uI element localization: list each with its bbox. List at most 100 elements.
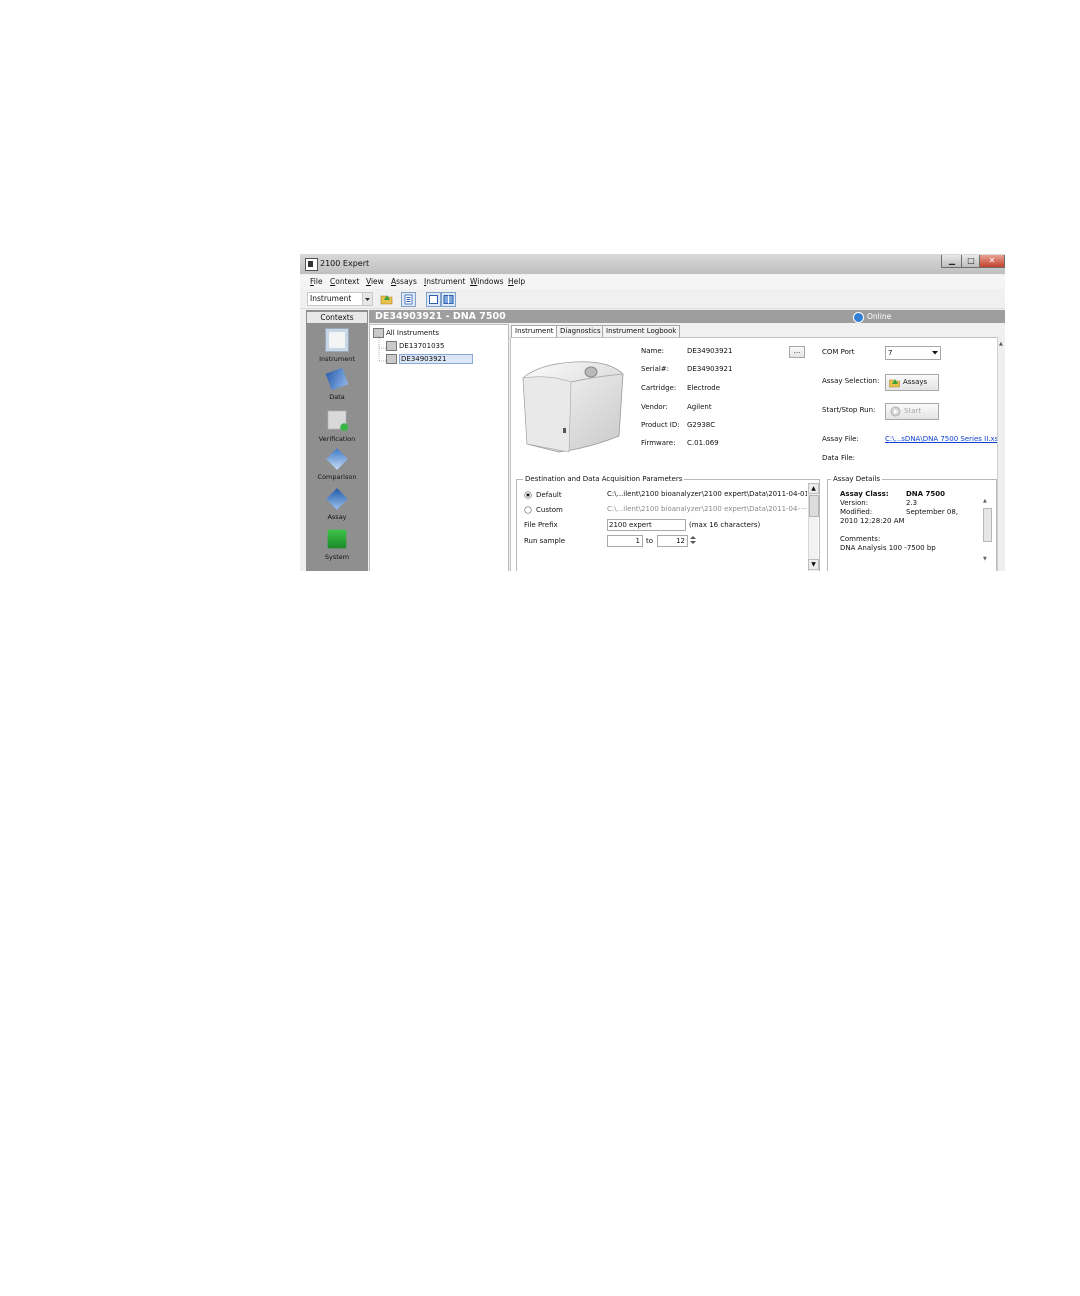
context-system[interactable]: System: [306, 528, 368, 561]
instrument-title: DE34903921 - DNA 7500: [375, 311, 506, 322]
product-id-value: G2938C: [687, 421, 716, 429]
start-button-label: Start: [904, 407, 922, 415]
close-button[interactable]: ✕: [979, 255, 1005, 268]
data-icon: [325, 367, 349, 391]
comments-label: Comments:: [840, 535, 881, 543]
tab-instrument[interactable]: Instrument: [511, 325, 558, 337]
instrument-icon: [325, 328, 349, 352]
assay-file-link[interactable]: C:\...sDNA\DNA 7500 Series II.xsy: [885, 435, 999, 443]
com-port-select[interactable]: 7: [885, 346, 941, 360]
instrument-tree: All Instruments DE13701035 DE34903921: [369, 324, 509, 571]
app-icon: [305, 258, 318, 271]
menu-file[interactable]: File: [310, 277, 323, 286]
assay-selection-label: Assay Selection:: [822, 377, 880, 385]
context-label: Comparison: [317, 473, 357, 481]
scroll-up-icon[interactable]: ▲: [999, 341, 1003, 347]
menu-view[interactable]: View: [366, 277, 384, 286]
assays-button[interactable]: Assays: [885, 374, 939, 391]
file-prefix-input[interactable]: 2100 expert: [607, 519, 686, 531]
assay-details-scrollbar[interactable]: ▲ ▼: [983, 498, 992, 568]
assay-icon: [326, 488, 348, 510]
cartridge-label: Cartridge:: [641, 384, 677, 392]
firmware-value: C.01.069: [687, 439, 719, 447]
context-label: Assay: [327, 513, 347, 521]
run-sample-label: Run sample: [524, 537, 566, 545]
comparison-icon: [326, 448, 348, 470]
name-edit-button[interactable]: ...: [789, 346, 805, 358]
assays-button-label: Assays: [903, 378, 928, 386]
menu-windows[interactable]: Windows: [470, 277, 504, 286]
instrument-small-icon: [386, 354, 397, 364]
run-to-stepper[interactable]: [688, 534, 698, 548]
context-label: System: [324, 553, 350, 561]
context-select[interactable]: Instrument: [307, 292, 373, 306]
title-bar: 2100 Expert ▁ □ ✕: [300, 254, 1005, 274]
run-to-label: to: [646, 537, 654, 545]
destination-scrollbar[interactable]: ▲ ▼: [808, 483, 819, 571]
context-instrument[interactable]: Instrument: [306, 328, 368, 363]
modified-label: Modified:: [840, 508, 873, 516]
contexts-panel: Contexts Instrument Data Verification Co…: [306, 310, 368, 571]
custom-browse-button[interactable]: ...: [801, 504, 807, 511]
cartridge-value: Electrode: [687, 384, 721, 392]
tree-root-label: All Instruments: [386, 329, 440, 337]
context-label: Verification: [318, 435, 356, 443]
main-scrollbar[interactable]: ▲: [997, 337, 1005, 571]
default-label: Default: [536, 491, 562, 499]
product-id-label: Product ID:: [641, 421, 680, 429]
context-label: Data: [329, 393, 345, 401]
data-file-label: Data File:: [822, 454, 856, 462]
chevron-down-icon: [931, 348, 939, 359]
scroll-thumb[interactable]: [983, 508, 992, 542]
default-radio[interactable]: [524, 491, 532, 501]
serial-value: DE34903921: [687, 365, 733, 373]
context-assay[interactable]: Assay: [306, 488, 368, 521]
file-prefix-hint: (max 16 characters): [689, 521, 761, 529]
context-data[interactable]: Data: [306, 367, 368, 401]
dual-pane-icon[interactable]: [441, 292, 456, 307]
menu-help[interactable]: Help: [508, 277, 525, 286]
scroll-up-icon[interactable]: ▲: [983, 498, 987, 504]
scroll-down-icon[interactable]: ▼: [808, 559, 819, 570]
tree-item-de13701035[interactable]: DE13701035: [386, 341, 444, 351]
modified-value-time: 2010 12:28:20 AM: [840, 517, 905, 525]
com-port-value: 7: [888, 349, 893, 357]
assay-file-label: Assay File:: [822, 435, 859, 443]
single-pane-icon[interactable]: [426, 292, 441, 307]
assays-folder-icon: [889, 377, 901, 390]
open-folder-icon[interactable]: [380, 292, 393, 305]
run-to-input[interactable]: 12: [657, 535, 688, 547]
context-comparison[interactable]: Comparison: [306, 448, 368, 481]
menu-context[interactable]: Context: [330, 277, 359, 286]
run-from-input[interactable]: 1: [607, 535, 643, 547]
destination-legend: Destination and Data Acquisition Paramet…: [523, 475, 685, 483]
firmware-label: Firmware:: [641, 439, 676, 447]
scroll-up-icon[interactable]: ▲: [808, 483, 819, 494]
custom-radio[interactable]: [524, 506, 532, 516]
instrument-view-icon[interactable]: [401, 292, 416, 307]
start-icon: [890, 406, 901, 419]
scroll-down-icon[interactable]: ▼: [983, 556, 987, 562]
instrument-small-icon: [386, 341, 397, 351]
version-label: Version:: [840, 499, 869, 507]
online-status: Online: [867, 312, 892, 321]
context-select-value: Instrument: [310, 294, 352, 303]
system-icon: [327, 529, 347, 549]
instrument-header-bar: DE34903921 - DNA 7500 Online: [369, 310, 1005, 323]
online-icon: [853, 312, 864, 323]
assay-details-legend: Assay Details: [831, 475, 883, 483]
scroll-thumb[interactable]: [809, 495, 819, 517]
maximize-button[interactable]: □: [961, 255, 981, 268]
custom-label: Custom: [536, 506, 563, 514]
run-from-value: 1: [635, 537, 640, 545]
toolbar: Instrument: [300, 290, 1005, 309]
chevron-down-icon: [362, 293, 372, 305]
start-button[interactable]: Start: [885, 403, 939, 420]
minimize-button[interactable]: ▁: [941, 255, 963, 268]
tree-item-de34903921[interactable]: DE34903921: [386, 354, 474, 364]
contexts-header: Contexts: [307, 312, 367, 323]
version-value: 2.3: [906, 499, 918, 507]
menu-instrument[interactable]: Instrument: [424, 277, 465, 286]
context-verification[interactable]: Verification: [306, 408, 368, 443]
menu-assays[interactable]: Assays: [391, 277, 417, 286]
